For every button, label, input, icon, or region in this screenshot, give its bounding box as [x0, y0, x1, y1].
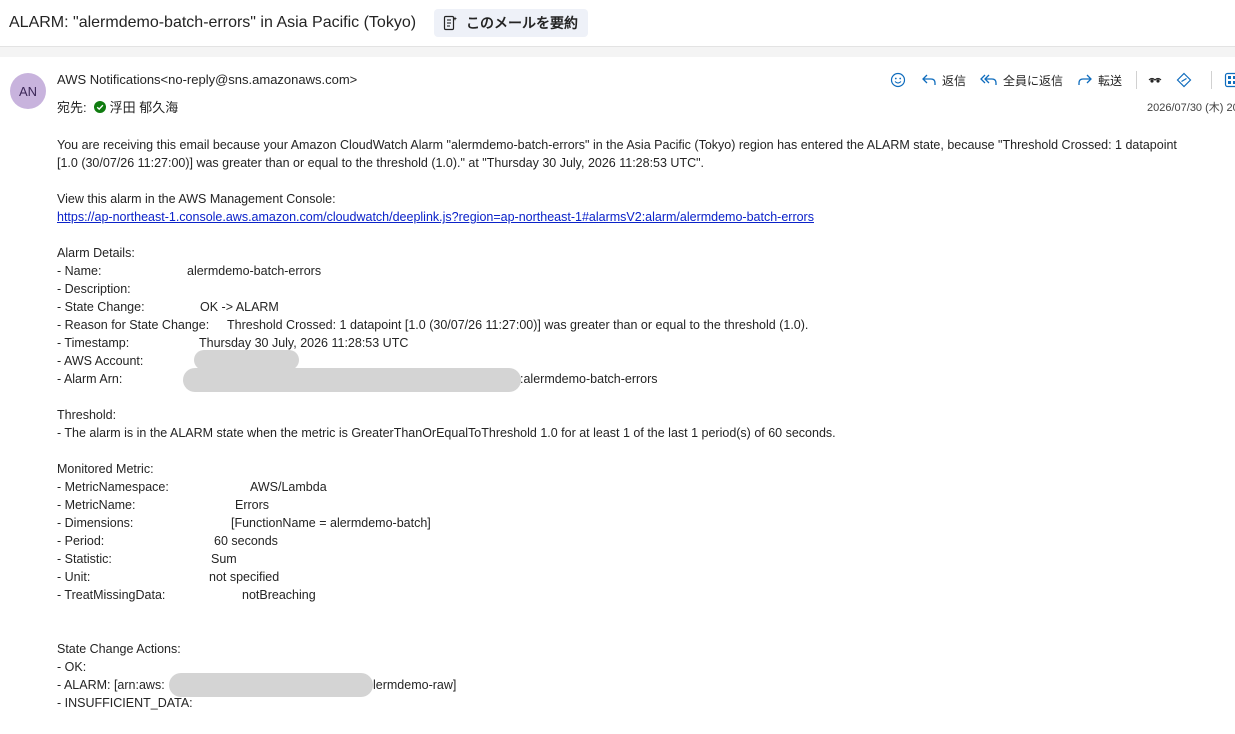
immersive-reader-button[interactable]: [1147, 72, 1168, 88]
received-date: 2026/07/30 (木) 20: [1147, 102, 1235, 114]
metric-value: not specified: [209, 570, 280, 584]
metric-value: Sum: [211, 552, 237, 566]
redacted-action-arn: [169, 673, 373, 697]
detail-key: - Reason for State Change:: [57, 318, 210, 332]
intro-line: You are receiving this email because you…: [57, 138, 1177, 152]
detail-key: - Description:: [57, 282, 131, 296]
detail-value: OK -> ALARM: [200, 300, 279, 314]
email-subject: ALARM: "alermdemo-batch-errors" in Asia …: [9, 14, 417, 31]
detail-key: - Alarm Arn:: [57, 372, 123, 386]
summarize-label: このメールを要約: [466, 15, 578, 31]
apps-icon: [1224, 72, 1235, 88]
metric-value: [FunctionName = alermdemo-batch]: [231, 516, 431, 530]
toolbar-divider: [1211, 71, 1213, 89]
recipient-name[interactable]: 浮田 郁久海: [110, 97, 179, 116]
action-value: lermdemo-raw]: [373, 678, 457, 692]
reply-all-icon: [980, 74, 997, 85]
metric-key: - TreatMissingData:: [57, 588, 166, 602]
forward-icon: [1078, 74, 1092, 85]
to-label: 宛先:: [57, 100, 87, 115]
reply-all-button[interactable]: 全員に返信: [980, 72, 1063, 89]
action-key: - ALARM: [arn:aws:: [57, 678, 165, 692]
detail-key: - State Change:: [57, 300, 145, 314]
reply-label: 返信: [942, 73, 967, 88]
translate-icon: [1176, 72, 1192, 88]
metric-key: - Period:: [57, 534, 105, 548]
metric-value: AWS/Lambda: [250, 480, 327, 494]
forward-button[interactable]: 転送: [1077, 72, 1122, 89]
detail-key: - Name:: [57, 264, 102, 278]
detail-value: :alermdemo-batch-errors: [520, 372, 658, 386]
verified-check-icon: [93, 100, 106, 113]
message-actions: 返信 全員に返信 転送: [890, 70, 1235, 90]
metric-key: - Dimensions:: [57, 516, 134, 530]
apps-button[interactable]: [1224, 72, 1235, 88]
metric-key: - MetricName:: [57, 498, 136, 512]
console-link[interactable]: https://ap-northeast-1.console.aws.amazo…: [57, 208, 814, 226]
translate-button[interactable]: [1176, 72, 1197, 88]
document-summary-icon: [443, 15, 457, 31]
detail-key: - AWS Account:: [57, 354, 144, 368]
emoji-icon: [890, 72, 906, 88]
metric-key: - MetricNamespace:: [57, 480, 169, 494]
reply-button[interactable]: 返信: [921, 72, 966, 89]
action-key: - OK:: [57, 660, 87, 674]
threshold-heading: Threshold:: [57, 408, 117, 422]
metric-value: Errors: [235, 498, 270, 512]
alarm-details-heading: Alarm Details:: [57, 246, 135, 260]
action-key: - INSUFFICIENT_DATA:: [57, 696, 193, 710]
reply-all-label: 全員に返信: [1003, 73, 1064, 88]
emoji-button[interactable]: [890, 72, 911, 88]
threshold-text: - The alarm is in the ALARM state when t…: [57, 426, 836, 440]
redacted-account: [194, 350, 299, 370]
recipient-row: 宛先: 浮田 郁久海: [57, 97, 178, 116]
subject-bar: ALARM: "alermdemo-batch-errors" in Asia …: [0, 0, 1235, 47]
metric-value: 60 seconds: [214, 534, 278, 548]
toolbar-divider: [1136, 71, 1138, 89]
header-separator: [0, 47, 1235, 57]
redacted-arn: [183, 368, 521, 392]
metric-key: - Statistic:: [57, 552, 112, 566]
detail-key: - Timestamp:: [57, 336, 130, 350]
forward-label: 転送: [1098, 73, 1123, 88]
detail-value: alermdemo-batch-errors: [187, 264, 322, 278]
avatar[interactable]: AN: [10, 73, 46, 109]
detail-value: Threshold Crossed: 1 datapoint [1.0 (30/…: [227, 318, 809, 332]
sender-name[interactable]: AWS Notifications<no-reply@sns.amazonaws…: [57, 72, 357, 87]
immersive-reader-icon: [1148, 77, 1162, 83]
intro-line: [1.0 (30/07/26 11:27:00)] was greater th…: [57, 156, 705, 170]
actions-heading: State Change Actions:: [57, 642, 181, 656]
metric-key: - Unit:: [57, 570, 91, 584]
view-console-text: View this alarm in the AWS Management Co…: [57, 192, 336, 206]
summarize-button[interactable]: このメールを要約: [434, 9, 588, 37]
metric-heading: Monitored Metric:: [57, 462, 154, 476]
metric-value: notBreaching: [242, 588, 316, 602]
reply-icon: [922, 74, 936, 85]
